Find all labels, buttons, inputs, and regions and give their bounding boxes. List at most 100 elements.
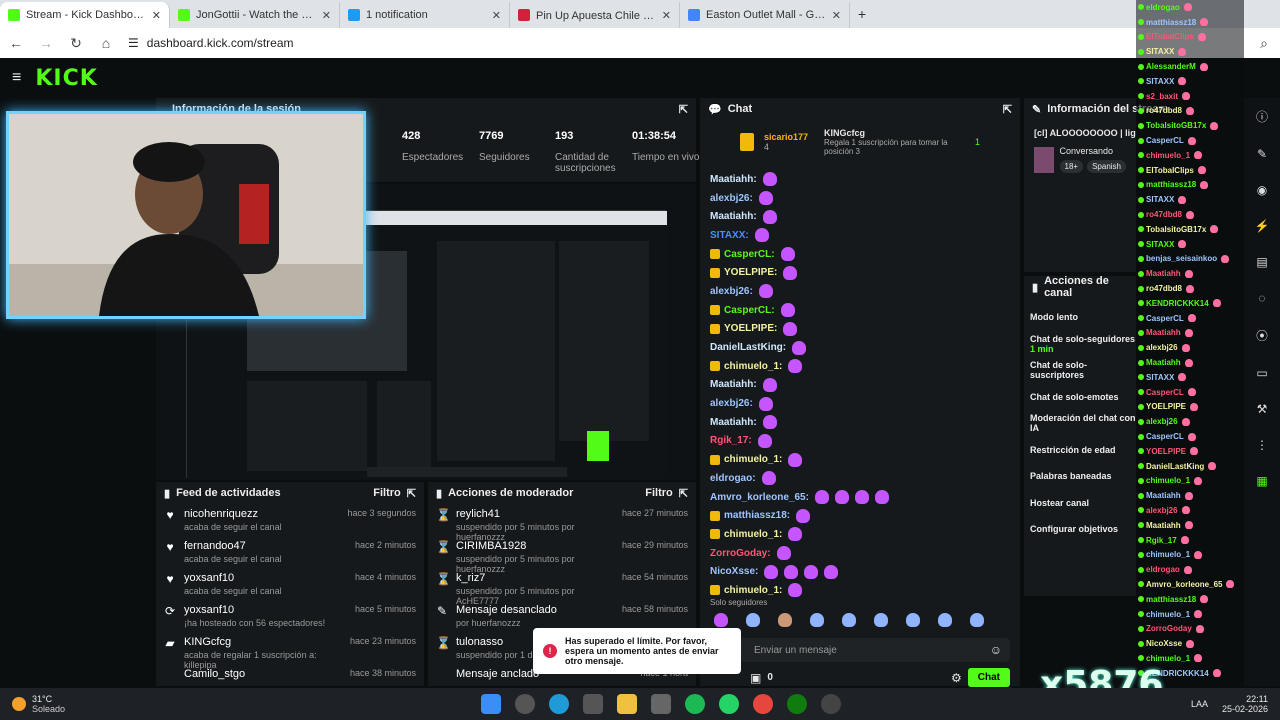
list-icon[interactable]: ▤ (1256, 255, 1267, 269)
feed-item-name[interactable]: fernandoo47 (184, 540, 347, 552)
explorer-icon[interactable] (617, 694, 637, 714)
close-icon[interactable]: ✕ (492, 9, 501, 22)
close-icon[interactable]: ✕ (322, 9, 331, 22)
gift-user[interactable]: KINGcfcg (824, 128, 965, 138)
stream-category[interactable]: Conversando (1060, 146, 1127, 156)
url-field[interactable]: ☰ dashboard.kick.com/stream (128, 36, 294, 50)
close-icon[interactable]: ✕ (662, 9, 671, 22)
chat-message[interactable]: YOELPIPE: (700, 320, 1020, 339)
chat-message[interactable]: NicoXsse: (700, 562, 1020, 581)
emote-icon[interactable] (714, 613, 728, 627)
emote-icon[interactable] (778, 613, 792, 627)
feed-item[interactable]: ⌛ k_riz7 suspendido por 5 minutos por AcHE… (428, 568, 696, 606)
chat-message[interactable]: DanielLastKing: (700, 338, 1020, 357)
chat-bubble-icon[interactable]: ◌ (1258, 291, 1265, 305)
chat-message[interactable]: alexbj26: (700, 189, 1020, 208)
channel-action-item[interactable]: Restricción de edad (1024, 437, 1136, 464)
feed-item[interactable]: ⌛ reylich41 suspendido por 5 minutos por h… (428, 504, 696, 542)
chat-message[interactable]: CasperCL: (700, 301, 1020, 320)
browser-tab[interactable]: JonGottii - Watch the VOD on K ✕ (170, 2, 340, 28)
obs-icon[interactable] (821, 694, 841, 714)
clock-date[interactable]: 25-02-2026 (1222, 704, 1268, 714)
clock-time[interactable]: 22:11 (1222, 694, 1268, 704)
feed-item-name[interactable]: k_riz7 (456, 572, 614, 584)
chat-message[interactable]: chimuelo_1: (700, 525, 1020, 544)
chat-message[interactable]: matthiassz18: (700, 506, 1020, 525)
popout-icon[interactable]: ⇱ (407, 487, 416, 500)
language-indicator[interactable]: LAA (1191, 699, 1208, 709)
share-icon[interactable]: ⋮ (1256, 438, 1268, 452)
feed-item-name[interactable]: yoxsanf10 (184, 572, 347, 584)
channel-action-item[interactable]: Chat de solo-seguidores 1 min (1024, 331, 1136, 358)
home-icon[interactable]: ⌂ (98, 35, 114, 51)
edit-icon[interactable]: ✎ (1257, 147, 1267, 161)
channel-action-item[interactable]: Palabras baneadas (1024, 463, 1136, 490)
emote-icon[interactable] (842, 613, 856, 627)
search-icon[interactable] (515, 694, 535, 714)
back-icon[interactable]: ← (8, 35, 24, 51)
weather-widget[interactable]: 31°C Soleado (0, 694, 200, 714)
chat-username[interactable]: alexbj26: (710, 193, 753, 204)
chat-message[interactable]: Maatiahh: (700, 170, 1020, 189)
chat-input[interactable]: Enviar un mensaje ☺ (710, 638, 1010, 662)
chat-message[interactable]: Maatiahh: (700, 413, 1020, 432)
chrome-icon[interactable] (753, 694, 773, 714)
chat-username[interactable]: chimuelo_1: (724, 454, 782, 465)
feed-item-name[interactable]: CIRIMBA1928 (456, 540, 614, 552)
chat-username[interactable]: Maatiahh: (710, 417, 757, 428)
browser-tab[interactable]: 1 notification ✕ (340, 2, 510, 28)
xbox-icon[interactable] (787, 694, 807, 714)
chat-username[interactable]: eldrogao: (710, 473, 756, 484)
settings-gear-icon[interactable]: ⚙ (951, 671, 962, 685)
channel-action-item[interactable]: Configurar objetivos (1024, 516, 1136, 543)
info-icon[interactable]: ⓘ (1256, 108, 1268, 125)
chat-message[interactable]: chimuelo_1: (700, 450, 1020, 469)
popout-icon[interactable]: ⇱ (679, 487, 688, 500)
feed-item-name[interactable]: nicohenriquezz (184, 508, 339, 520)
feed-item[interactable]: ♥ fernandoo47 acaba de seguir el canal hace… (156, 536, 424, 568)
wrench-icon[interactable]: ⚒ (1257, 402, 1268, 416)
reload-icon[interactable]: ↻ (68, 35, 84, 52)
window-icon[interactable]: ▭ (1256, 366, 1267, 380)
bolt-icon[interactable]: ⚡ (1255, 219, 1270, 233)
close-icon[interactable]: ✕ (832, 9, 841, 22)
spotify-icon[interactable] (685, 694, 705, 714)
channel-action-item[interactable]: Chat de solo-emotes (1024, 384, 1136, 411)
chat-username[interactable]: YOELPIPE: (724, 267, 777, 278)
chat-username[interactable]: ZorroGoday: (710, 548, 771, 559)
chat-username[interactable]: Maatiahh: (710, 211, 757, 222)
menu-icon[interactable]: ≡ (12, 69, 21, 87)
grid-icon[interactable]: ▦ (1256, 474, 1267, 488)
chat-username[interactable]: CasperCL: (724, 249, 775, 260)
chat-username[interactable]: chimuelo_1: (724, 585, 782, 596)
chat-message[interactable]: CasperCL: (700, 245, 1020, 264)
app-icon[interactable] (651, 694, 671, 714)
feed-item[interactable]: ♥ yoxsanf10 acaba de seguir el canal hace 4… (156, 568, 424, 600)
record-icon[interactable]: ◉ (1257, 183, 1267, 197)
store-icon[interactable] (583, 694, 603, 714)
mod-filter-button[interactable]: Filtro (645, 487, 673, 499)
chat-username[interactable]: Maatiahh: (710, 174, 757, 185)
channel-action-item[interactable]: Modo lento (1024, 304, 1136, 331)
chat-username[interactable]: chimuelo_1: (724, 361, 782, 372)
close-icon[interactable]: ✕ (152, 9, 161, 22)
popout-icon[interactable]: ⇱ (679, 103, 688, 116)
browser-tab[interactable]: Pin Up Apuesta Chile ➤ Libro D ✕ (510, 2, 680, 28)
emote-icon[interactable] (810, 613, 824, 627)
chat-username[interactable]: alexbj26: (710, 398, 753, 409)
pinned-user[interactable]: sicario177 (764, 132, 808, 142)
channel-action-item[interactable]: Moderación del chat con IA (1024, 410, 1136, 437)
chat-username[interactable]: Maatiahh: (710, 379, 757, 390)
chat-message[interactable]: SITAXX: (700, 226, 1020, 245)
emote-icon[interactable] (746, 613, 760, 627)
chat-message[interactable]: Amvro_korleone_65: (700, 488, 1020, 507)
chat-message[interactable]: ZorroGoday: (700, 544, 1020, 563)
emote-icon[interactable] (874, 613, 888, 627)
popout-icon[interactable]: ⇱ (1003, 103, 1012, 116)
chat-username[interactable]: NicoXsse: (710, 566, 758, 577)
kick-logo[interactable]: KICK (35, 66, 97, 91)
feed-item-name[interactable]: reylich41 (456, 508, 614, 520)
zoom-icon[interactable]: ⌕ (1256, 35, 1272, 52)
chat-message[interactable]: chimuelo_1: (700, 357, 1020, 376)
feed-item-name[interactable]: yoxsanf10 (184, 604, 347, 616)
